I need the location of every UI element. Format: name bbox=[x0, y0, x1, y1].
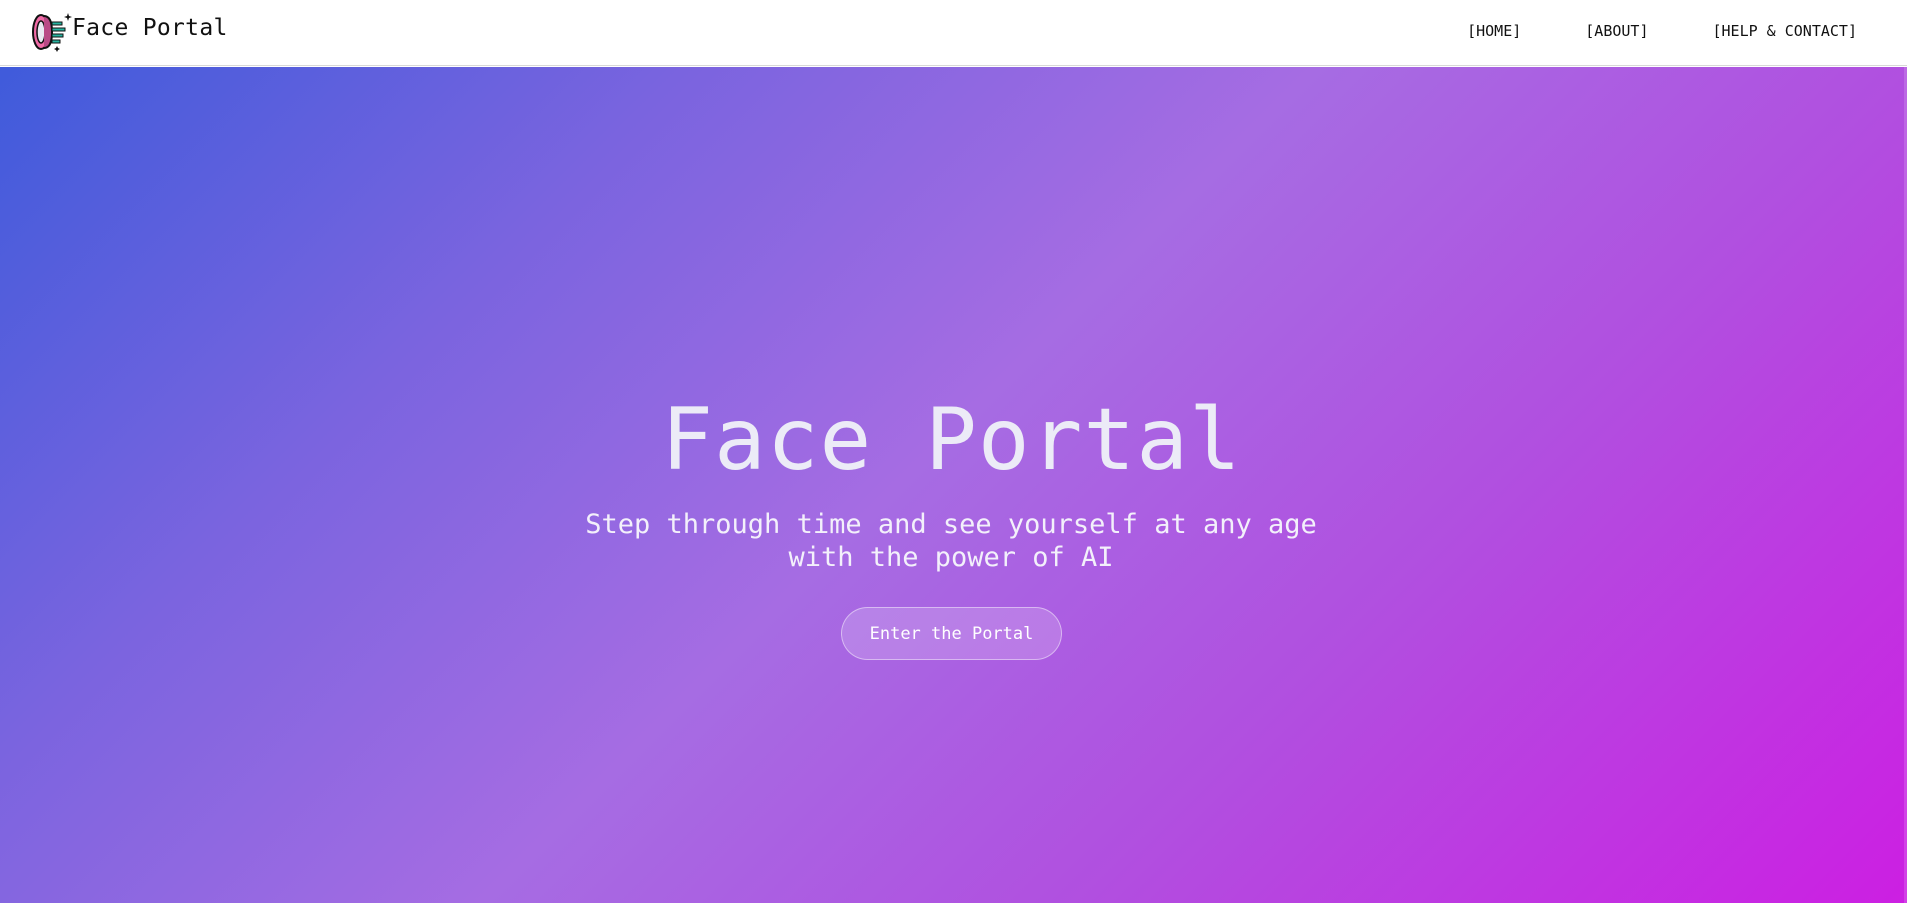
nav-help-contact-link[interactable]: [HELP & CONTACT] bbox=[1713, 22, 1858, 40]
hero-title: Face Portal bbox=[661, 390, 1242, 490]
hero-subtitle: Step through time and see yourself at an… bbox=[585, 509, 1317, 573]
portal-face-icon bbox=[32, 13, 72, 52]
brand-name: Face Portal bbox=[72, 15, 228, 41]
nav-about-link[interactable]: [ABOUT] bbox=[1585, 22, 1648, 40]
enter-portal-button[interactable]: Enter the Portal bbox=[841, 607, 1062, 660]
nav-home-link[interactable]: [HOME] bbox=[1467, 22, 1521, 40]
top-navbar: Face Portal [HOME] [ABOUT] [HELP & CONTA… bbox=[0, 0, 1907, 66]
brand-link[interactable]: Face Portal bbox=[30, 10, 228, 52]
main-nav: [HOME] [ABOUT] [HELP & CONTACT] bbox=[1403, 22, 1857, 40]
